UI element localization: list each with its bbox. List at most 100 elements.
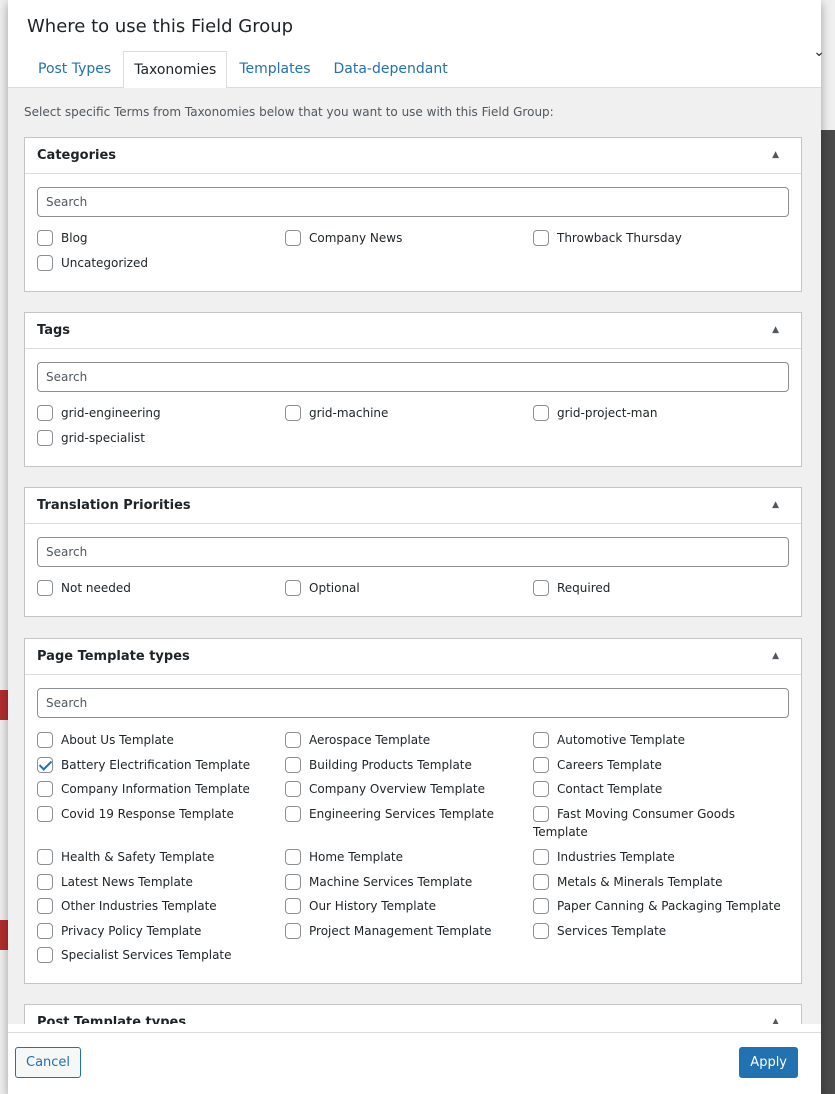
checkbox[interactable] [533,580,549,596]
background-red-button [0,920,8,950]
checkbox-option[interactable]: Aerospace Template [285,732,525,750]
search-input[interactable] [37,362,789,392]
checkbox-option[interactable]: Other Industries Template [37,898,277,916]
checkbox[interactable] [37,806,53,822]
tab-data-dependant[interactable]: Data-dependant [323,50,459,88]
checkbox-option[interactable]: grid-machine [285,405,525,423]
checkbox[interactable] [285,230,301,246]
checkbox[interactable] [533,898,549,914]
checkbox-option[interactable]: Optional [285,580,525,598]
checkbox[interactable] [37,580,53,596]
checkbox-option[interactable]: Machine Services Template [285,874,525,892]
collapse-arrow-icon[interactable]: ▲ [772,325,779,335]
checkbox[interactable] [37,923,53,939]
checkbox[interactable] [285,874,301,890]
section-header[interactable]: Page Template types ▲ [25,639,801,675]
checkbox[interactable] [285,806,301,822]
checkbox[interactable] [37,874,53,890]
collapse-arrow-icon[interactable]: ▲ [772,651,779,661]
checkbox-option[interactable]: Contact Template [533,781,773,799]
checkbox-option[interactable]: Company News [285,230,525,248]
tab-post-types[interactable]: Post Types [27,50,122,88]
checkbox-option[interactable]: Not needed [37,580,277,598]
checkbox[interactable] [533,874,549,890]
apply-button[interactable]: Apply [739,1047,798,1078]
checkbox[interactable] [285,405,301,421]
section-header[interactable]: Tags ▲ [25,313,801,349]
checkbox-option[interactable]: Our History Template [285,898,525,916]
checkbox[interactable] [37,947,53,963]
section-title: Translation Priorities [37,498,191,513]
checkbox-option[interactable]: About Us Template [37,732,277,750]
checkbox-option[interactable]: Company Information Template [37,781,277,799]
modal-body[interactable]: Select specific Terms from Taxonomies be… [8,88,821,1024]
checkbox-option[interactable]: Company Overview Template [285,781,525,799]
checkbox[interactable] [37,849,53,865]
checkbox-option[interactable]: Throwback Thursday [533,230,773,248]
checkbox[interactable] [37,230,53,246]
checkbox-option[interactable]: Project Management Template [285,923,525,941]
checkbox[interactable] [37,430,53,446]
checkbox-option[interactable]: Specialist Services Template [37,947,277,965]
checkbox-option[interactable]: Privacy Policy Template [37,923,277,941]
checkbox-option[interactable]: Services Template [533,923,773,941]
modal-footer: Cancel Apply [8,1032,821,1094]
checkbox-option[interactable]: Engineering Services Template [285,806,525,824]
collapse-arrow-icon[interactable]: ▲ [772,500,779,510]
checkbox-option[interactable]: Home Template [285,849,525,867]
checkbox[interactable] [285,781,301,797]
checkbox[interactable] [533,849,549,865]
checkbox-option[interactable]: Paper Canning & Packaging Template [533,898,793,916]
checkbox-option[interactable]: Industries Template [533,849,773,867]
checkbox-option[interactable]: Metals & Minerals Template [533,874,773,892]
cancel-button[interactable]: Cancel [15,1047,82,1078]
tab-templates[interactable]: Templates [228,50,321,88]
search-input[interactable] [37,688,789,718]
checkbox-option[interactable]: Automotive Template [533,732,773,750]
section-header[interactable]: Post Template types ▲ [25,1005,801,1024]
tab-bar: Post Types Taxonomies Templates Data-dep… [27,50,460,89]
checkbox-option[interactable]: grid-specialist [37,430,277,448]
checkbox-option[interactable]: Fast Moving Consumer Goods Template [533,806,753,842]
checkbox[interactable] [285,580,301,596]
checkbox[interactable] [533,230,549,246]
checkbox-option[interactable]: Health & Safety Template [37,849,277,867]
checkbox[interactable] [533,781,549,797]
checkbox-option[interactable]: Blog [37,230,277,248]
checkbox-option[interactable]: Required [533,580,773,598]
checkbox[interactable] [285,732,301,748]
checkbox[interactable] [37,732,53,748]
checkbox[interactable] [533,757,549,773]
checkbox[interactable] [37,255,53,271]
checkbox[interactable] [37,781,53,797]
checkbox[interactable] [285,923,301,939]
checkbox-option[interactable]: Battery Electrification Template [37,757,277,775]
checkbox[interactable] [533,732,549,748]
checkbox-option[interactable]: Careers Template [533,757,773,775]
search-input[interactable] [37,537,789,567]
checkbox-option[interactable]: Building Products Template [285,757,525,775]
collapse-arrow-icon[interactable]: ▲ [772,150,779,160]
checkbox-option[interactable]: Latest News Template [37,874,277,892]
checkbox[interactable] [285,849,301,865]
search-input[interactable] [37,187,789,217]
checkbox[interactable] [285,898,301,914]
checkbox[interactable] [285,757,301,773]
checkbox[interactable] [37,405,53,421]
checkbox-option[interactable]: Uncategorized [37,255,277,273]
checkbox-option[interactable]: Covid 19 Response Template [37,806,277,824]
collapse-arrow-icon[interactable]: ▲ [772,1017,779,1024]
checkbox[interactable] [533,923,549,939]
checkbox[interactable] [37,898,53,914]
checkbox-option[interactable]: grid-engineering [37,405,277,423]
section-page-template-types: Page Template types ▲ About Us Template … [24,638,802,984]
checkbox[interactable] [533,405,549,421]
modal-header: Where to use this Field Group ⌄ Post Typ… [8,0,825,89]
tab-taxonomies[interactable]: Taxonomies [123,51,228,89]
chevron-down-icon[interactable]: ⌄ [813,44,825,60]
section-header[interactable]: Translation Priorities ▲ [25,488,801,524]
intro-text: Select specific Terms from Taxonomies be… [24,105,554,119]
section-header[interactable]: Categories ▲ [25,138,801,174]
checkbox-option[interactable]: grid-project-man [533,405,773,423]
checkbox-checked[interactable] [37,757,53,773]
